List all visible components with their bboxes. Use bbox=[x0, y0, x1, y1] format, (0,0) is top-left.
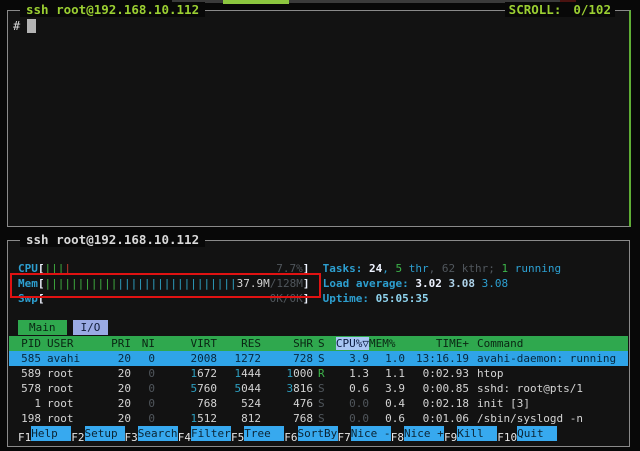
fn-action-label: Kill bbox=[457, 426, 497, 441]
column-header-virt[interactable]: VIRT bbox=[155, 336, 217, 351]
fn-key-label: F8 bbox=[391, 431, 404, 444]
fn-action-label: Help bbox=[31, 426, 71, 441]
fn-key-label: F1 bbox=[18, 431, 31, 444]
column-header-res[interactable]: RES bbox=[217, 336, 261, 351]
pane-top-ssh[interactable]: ssh root@192.168.10.112 SCROLL:0/102 # bbox=[7, 10, 631, 227]
fn-key-label: F5 bbox=[231, 431, 244, 444]
column-header-mem[interactable]: MEM% bbox=[369, 336, 405, 351]
fn-f7-nice-[interactable]: F7Nice - bbox=[338, 426, 391, 441]
fn-f5-tree[interactable]: F5Tree bbox=[231, 426, 284, 441]
htop-tab-bar: Main I/O bbox=[18, 320, 114, 335]
annotation-highlight-box bbox=[10, 273, 321, 298]
fn-f1-help[interactable]: F1Help bbox=[18, 426, 71, 441]
function-key-bar: F1HelpF2SetupF3SearchF4FilterF5TreeF6Sor… bbox=[18, 426, 625, 441]
process-row-selected[interactable]: 585avahi20020081272728S3.91.013:16.19ava… bbox=[9, 351, 628, 366]
process-row[interactable]: 578root200576050443816S0.63.90:00.85sshd… bbox=[9, 381, 628, 396]
fn-key-label: F4 bbox=[178, 431, 191, 444]
tab-i-o[interactable]: I/O bbox=[73, 320, 109, 335]
column-header-time[interactable]: TIME+ bbox=[405, 336, 469, 351]
fn-action-label: Quit bbox=[517, 426, 557, 441]
tab-main[interactable]: Main bbox=[18, 320, 67, 335]
fn-key-label: F10 bbox=[497, 431, 517, 444]
fn-f10-quit[interactable]: F10Quit bbox=[497, 426, 557, 441]
text-cursor bbox=[27, 19, 36, 33]
fn-f9-kill[interactable]: F9Kill bbox=[444, 426, 497, 441]
scroll-value: 0/102 bbox=[573, 2, 611, 17]
column-header-s[interactable]: S bbox=[313, 336, 329, 351]
shell-prompt[interactable]: # bbox=[13, 19, 36, 33]
sort-column-indicator: CPU%▽ bbox=[336, 337, 369, 350]
prompt-symbol: # bbox=[13, 19, 20, 33]
process-table: PIDUSERPRINIVIRTRESSHRS CPU%▽MEM%TIME+Com… bbox=[9, 336, 628, 426]
fn-f3-search[interactable]: F3Search bbox=[125, 426, 178, 441]
column-header-user[interactable]: USER bbox=[41, 336, 107, 351]
fn-key-label: F7 bbox=[338, 431, 351, 444]
pane-title-bottom: ssh root@192.168.10.112 bbox=[20, 232, 205, 247]
column-header-ni[interactable]: NI bbox=[131, 336, 155, 351]
process-row[interactable]: 589root200167214441000R1.31.10:02.93htop bbox=[9, 366, 628, 381]
fn-key-label: F3 bbox=[125, 431, 138, 444]
fn-action-label: Nice + bbox=[404, 426, 444, 441]
column-header-pri[interactable]: PRI bbox=[107, 336, 131, 351]
fn-key-label: F2 bbox=[71, 431, 84, 444]
scroll-label: SCROLL: bbox=[509, 2, 562, 17]
fn-action-label: SortBy bbox=[298, 426, 338, 441]
table-header-row: PIDUSERPRINIVIRTRESSHRS CPU%▽MEM%TIME+Com… bbox=[9, 336, 628, 351]
terminal-screen: ssh root@192.168.10.112 SCROLL:0/102 # s… bbox=[0, 0, 640, 451]
fn-key-label: F6 bbox=[284, 431, 297, 444]
video-progress-bar bbox=[223, 0, 289, 4]
scroll-indicator: SCROLL: 0/102 bbox=[505, 2, 615, 17]
fn-action-label: Search bbox=[138, 426, 178, 441]
pane-bottom-ssh[interactable]: ssh root@192.168.10.112 CPU[|||| 7.7%] T… bbox=[7, 240, 630, 447]
column-header-shr[interactable]: SHR bbox=[261, 336, 313, 351]
pane-title-top: ssh root@192.168.10.112 bbox=[20, 2, 205, 17]
fn-key-label: F9 bbox=[444, 431, 457, 444]
process-row[interactable]: 198root2001512812768S0.00.60:01.06/sbin/… bbox=[9, 411, 628, 426]
fn-f6-sortby[interactable]: F6SortBy bbox=[284, 426, 337, 441]
fn-f8-nice-[interactable]: F8Nice + bbox=[391, 426, 444, 441]
fn-action-label: Setup bbox=[85, 426, 125, 441]
fn-action-label: Tree bbox=[244, 426, 284, 441]
column-header-cpu[interactable]: CPU%▽ bbox=[329, 336, 369, 351]
process-row[interactable]: 1root200768524476S0.00.40:02.18init [3] bbox=[9, 396, 628, 411]
fn-action-label: Filter bbox=[191, 426, 231, 441]
column-header-command[interactable]: Command bbox=[469, 336, 628, 351]
fn-f2-setup[interactable]: F2Setup bbox=[71, 426, 124, 441]
column-header-pid[interactable]: PID bbox=[9, 336, 41, 351]
fn-f4-filter[interactable]: F4Filter bbox=[178, 426, 231, 441]
fn-action-label: Nice - bbox=[351, 426, 391, 441]
